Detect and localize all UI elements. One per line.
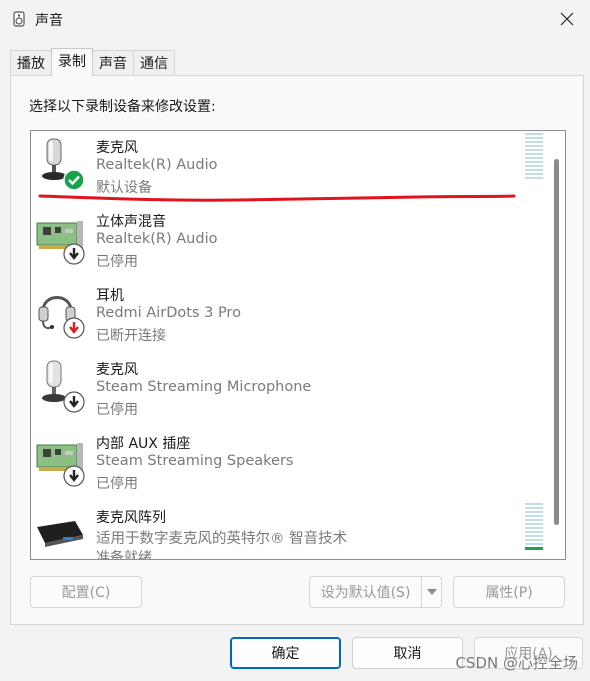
level-meter [525,503,543,550]
device-item-steam-microphone[interactable]: 麦克风 Steam Streaming Microphone 已停用 [31,353,551,427]
device-item-stereo-mix[interactable]: 立体声混音 Realtek(R) Audio 已停用 [31,205,551,279]
configure-button[interactable]: 配置(C) [30,576,142,608]
check-badge-icon [63,169,85,191]
disabled-arrow-icon [63,465,85,487]
mic-array-icon [37,521,83,547]
set-default-label: 设为默认值(S) [320,585,411,601]
watermark: CSDN @心控全场 [455,654,578,672]
device-status: 默认设备 [96,180,152,196]
tab-playback[interactable]: 播放 [10,50,52,76]
set-default-button[interactable]: 设为默认值(S) [309,576,442,608]
ok-button[interactable]: 确定 [230,637,341,669]
device-name: 立体声混音 [96,214,166,230]
title-bar: 声音 [0,0,590,40]
disabled-arrow-icon [63,391,85,413]
disabled-arrow-icon [63,243,85,265]
cancel-button[interactable]: 取消 [352,637,463,669]
vertical-scrollbar[interactable] [551,133,563,557]
instruction-label: 选择以下录制设备来修改设置: [29,99,216,115]
device-name: 麦克风 [96,140,138,156]
device-status: 准备就绪 [96,550,152,560]
device-status: 已停用 [96,254,138,270]
close-icon [560,12,574,26]
device-item-microphone-realtek[interactable]: 麦克风 Realtek(R) Audio 默认设备 [31,131,551,205]
tab-sounds[interactable]: 声音 [92,50,134,76]
device-status: 已断开连接 [96,328,166,344]
device-driver: Realtek(R) Audio [96,231,218,247]
tab-recording[interactable]: 录制 [51,48,93,76]
device-status: 已停用 [96,402,138,418]
device-driver: 适用于数字麦克风的英特尔® 智音技术 [96,531,348,547]
device-name: 麦克风 [96,362,138,378]
level-meter [525,133,543,179]
close-button[interactable] [544,0,590,38]
tab-strip: 播放 录制 声音 通信 [10,48,175,76]
set-default-dropdown[interactable] [421,577,441,607]
tab-communications[interactable]: 通信 [133,50,175,76]
speaker-icon [13,11,25,27]
device-name: 内部 AUX 插座 [96,436,191,452]
scrollbar-thumb[interactable] [554,159,559,525]
device-driver: Steam Streaming Speakers [96,453,294,469]
device-list[interactable]: 麦克风 Realtek(R) Audio 默认设备 立体声混音 Realtek(… [30,130,566,560]
device-driver: Steam Streaming Microphone [96,379,312,395]
window-title: 声音 [35,13,63,29]
device-name: 麦克风阵列 [96,510,166,526]
properties-button[interactable]: 属性(P) [453,576,565,608]
device-name: 耳机 [96,288,124,304]
device-driver: Realtek(R) Audio [96,157,218,173]
chevron-down-icon [426,589,437,595]
recording-panel: 选择以下录制设备来修改设置: 麦克风 Realtek(R) Audio 默认设备 [10,75,584,625]
disconnected-arrow-icon [63,317,85,339]
device-status: 已停用 [96,476,138,492]
device-driver: Redmi AirDots 3 Pro [96,305,241,321]
device-item-internal-aux[interactable]: 内部 AUX 插座 Steam Streaming Speakers 已停用 [31,427,551,501]
device-item-mic-array[interactable]: 麦克风阵列 适用于数字麦克风的英特尔® 智音技术 准备就绪 [31,501,551,560]
device-item-headset[interactable]: 耳机 Redmi AirDots 3 Pro 已断开连接 [31,279,551,353]
